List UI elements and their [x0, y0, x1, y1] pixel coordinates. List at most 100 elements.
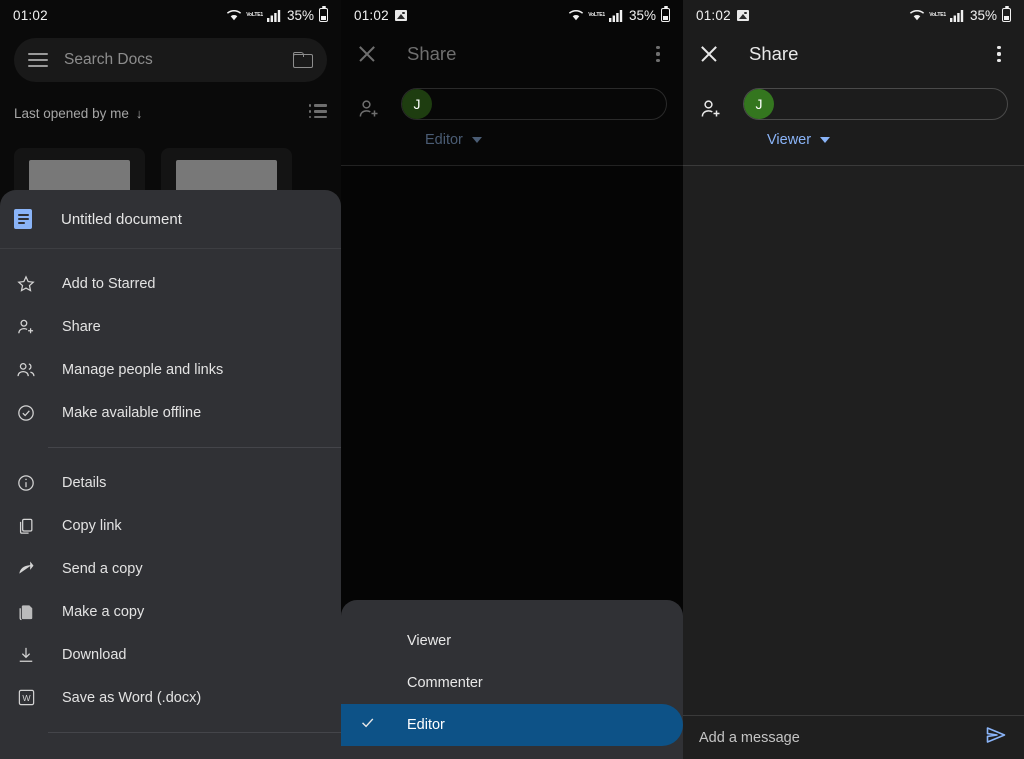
person-add-icon: [15, 316, 37, 338]
chevron-down-icon: [471, 137, 482, 143]
check-icon: [359, 714, 379, 736]
avatar: J: [744, 89, 774, 119]
menu-item-label: Copy link: [62, 517, 122, 534]
screen-share-role-picker: 01:02 VoLTE1 35% Share J Editor Viewer C…: [341, 0, 683, 759]
word-doc-icon: W: [15, 687, 37, 709]
role-option-commenter[interactable]: Commenter: [341, 662, 683, 704]
volte-indicator: VoLTE1: [588, 11, 605, 18]
role-label: Viewer: [767, 132, 812, 148]
folder-icon[interactable]: [293, 52, 313, 68]
message-input[interactable]: Add a message: [699, 730, 800, 746]
status-bar: 01:02 VoLTE1 35%: [683, 0, 1024, 30]
screen-docs-home: 01:02 VoLTE1 35% Search Docs Last opened…: [0, 0, 341, 759]
page-title: Share: [407, 43, 457, 64]
sheet-document-title: Untitled document: [61, 210, 182, 228]
close-icon[interactable]: [357, 44, 377, 64]
wifi-icon: [910, 9, 925, 20]
menu-item-add-to-starred[interactable]: Add to Starred: [0, 262, 341, 305]
invite-row: J Editor: [341, 78, 683, 148]
menu-item-make-a-copy[interactable]: Make a copy: [0, 590, 341, 633]
status-time: 01:02: [696, 7, 731, 23]
screen-share-viewer-selected: 01:02 VoLTE1 35% Share J Viewer Add a me…: [683, 0, 1024, 759]
menu-item-label: Details: [62, 474, 107, 491]
list-view-icon[interactable]: [309, 104, 327, 121]
recipient-field-wrap: J Viewer: [743, 88, 1008, 148]
menu-item-label: Make available offline: [62, 404, 202, 421]
menu-item-label: Send a copy: [62, 560, 143, 577]
share-body: [683, 166, 1024, 759]
role-option-label: Commenter: [407, 675, 483, 691]
wifi-icon: [227, 9, 242, 20]
cellular-signal-icon: [608, 9, 623, 22]
share-header: Share: [683, 30, 1024, 78]
more-vertical-icon[interactable]: [649, 46, 667, 62]
avatar: J: [402, 89, 432, 119]
battery-percent: 35%: [628, 7, 656, 23]
battery-icon: [1002, 6, 1011, 22]
menu-item-share[interactable]: Share: [0, 305, 341, 348]
menu-item-send-a-copy[interactable]: Send a copy: [0, 547, 341, 590]
star-outline-icon: [15, 273, 37, 295]
sheet-document-header: Untitled document: [0, 190, 341, 248]
menu-item-label: Download: [62, 646, 127, 663]
page-title: Share: [749, 43, 799, 64]
file-options-bottom-sheet: Untitled document Add to Starred Share M…: [0, 190, 341, 759]
role-option-viewer[interactable]: Viewer: [341, 620, 683, 662]
menu-item-save-as-word[interactable]: W Save as Word (.docx): [0, 676, 341, 719]
sort-label[interactable]: Last opened by me: [14, 106, 129, 121]
menu-item-label: Manage people and links: [62, 361, 224, 378]
cellular-signal-icon: [266, 9, 281, 22]
share-header: Share: [341, 30, 683, 78]
close-icon[interactable]: [699, 44, 719, 64]
menu-item-label: Add to Starred: [62, 275, 156, 292]
menu-item-details[interactable]: Details: [0, 461, 341, 504]
role-option-editor[interactable]: Editor: [341, 704, 683, 746]
menu-item-label: Make a copy: [62, 603, 145, 620]
role-picker-sheet: Viewer Commenter Editor: [341, 600, 683, 759]
recipient-input[interactable]: J: [401, 88, 667, 120]
menu-item-manage-people-and-links[interactable]: Manage people and links: [0, 348, 341, 391]
download-icon: [15, 644, 37, 666]
cellular-signal-icon: [949, 9, 964, 22]
search-input[interactable]: Search Docs: [64, 51, 293, 69]
sort-row: Last opened by me ↓: [14, 102, 327, 124]
info-icon: [15, 472, 37, 494]
role-option-label: Viewer: [407, 633, 452, 649]
copy-link-icon: [15, 515, 37, 537]
menu-item-rename[interactable]: Rename: [0, 746, 341, 759]
volte-indicator: VoLTE1: [929, 11, 946, 18]
hamburger-icon[interactable]: [28, 53, 48, 67]
more-vertical-icon[interactable]: [990, 46, 1008, 62]
menu-item-download[interactable]: Download: [0, 633, 341, 676]
status-time: 01:02: [354, 7, 389, 23]
search-bar[interactable]: Search Docs: [14, 38, 327, 82]
image-icon: [394, 9, 407, 21]
send-arrow-icon: [15, 558, 37, 580]
duplicate-icon: [15, 601, 37, 623]
menu-item-label: Share: [62, 318, 101, 335]
role-selector[interactable]: Viewer: [743, 132, 1008, 148]
status-bar: 01:02 VoLTE1 35%: [341, 0, 683, 30]
recipient-input[interactable]: J: [743, 88, 1008, 120]
status-bar: 01:02 VoLTE1 35%: [0, 0, 341, 30]
docs-file-icon: [14, 209, 32, 229]
status-indicators: VoLTE1 35%: [909, 6, 1011, 23]
battery-icon: [319, 6, 328, 22]
role-selector[interactable]: Editor: [401, 132, 667, 148]
recipient-field-wrap: J Editor: [401, 88, 667, 148]
person-add-icon: [699, 97, 723, 121]
status-indicators: VoLTE1 35%: [226, 6, 328, 23]
message-bar: Add a message: [683, 715, 1024, 759]
menu-item-make-available-offline[interactable]: Make available offline: [0, 391, 341, 434]
battery-percent: 35%: [969, 7, 997, 23]
invite-row: J Viewer: [683, 78, 1024, 148]
volte-indicator: VoLTE1: [246, 11, 263, 18]
sort-direction-arrow[interactable]: ↓: [136, 106, 143, 121]
send-icon[interactable]: [984, 723, 1008, 752]
menu-item-copy-link[interactable]: Copy link: [0, 504, 341, 547]
